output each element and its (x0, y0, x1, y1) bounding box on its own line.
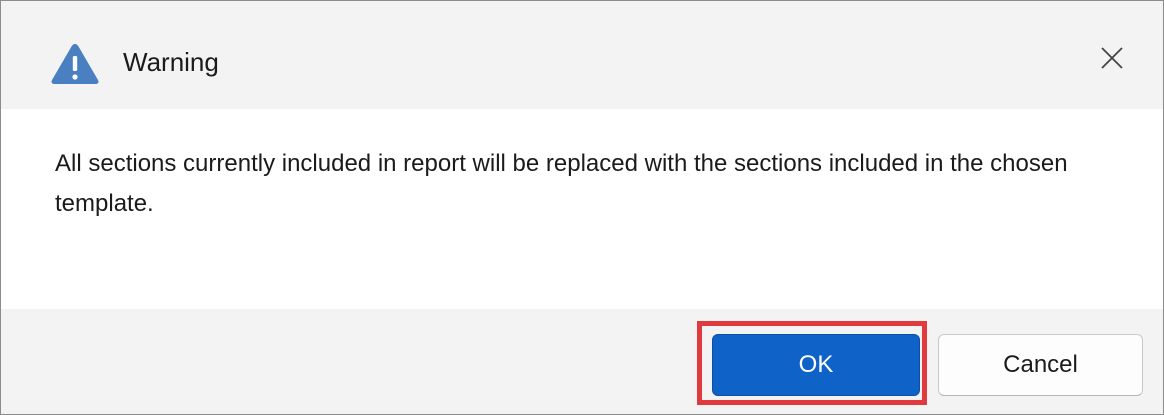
ok-button[interactable]: OK (712, 334, 920, 396)
dialog-title-bar: Warning (1, 1, 1163, 109)
close-icon (1100, 46, 1124, 75)
warning-dialog: Warning All sections currently included … (0, 0, 1164, 415)
dialog-footer: OK Cancel (1, 309, 1163, 414)
dialog-title: Warning (123, 47, 219, 77)
close-button[interactable] (1091, 39, 1133, 81)
warning-triangle-icon (49, 41, 101, 87)
cancel-button[interactable]: Cancel (938, 334, 1143, 396)
dialog-content: All sections currently included in repor… (1, 109, 1163, 309)
warning-message: All sections currently included in repor… (55, 150, 1068, 217)
